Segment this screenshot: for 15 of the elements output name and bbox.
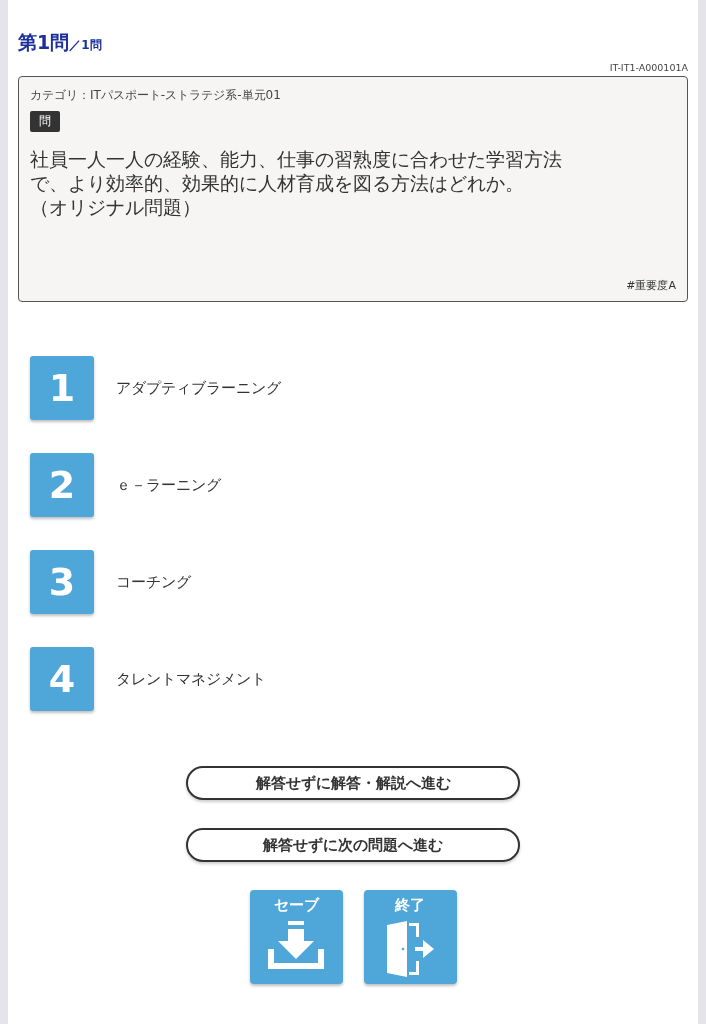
- category-text: カテゴリ：ITパスポート-ストラテジ系-単元01: [30, 87, 282, 104]
- choice-label[interactable]: タレントマネジメント: [116, 669, 266, 689]
- question-number: 第1問: [18, 30, 70, 55]
- question-id: IT-IT1-A000101A: [609, 62, 688, 73]
- choice-label[interactable]: アダプティブラーニング: [116, 378, 281, 398]
- skip-button[interactable]: 解答せずに次の問題へ進む: [186, 828, 520, 862]
- question-text: 社員一人一人の経験、能力、仕事の習熟度に合わせた学習方法 で、より効率的、効果的に人材育成を図る方法はどれか。 （オリジナル問題）: [30, 148, 563, 220]
- choice-label[interactable]: ｅ－ラーニング: [116, 475, 221, 495]
- question-badge: 問: [30, 111, 60, 132]
- choice-label[interactable]: コーチング: [116, 572, 191, 592]
- question-total: ／1問: [69, 38, 102, 54]
- download-icon: [268, 921, 324, 969]
- importance-tag: #重要度A: [626, 278, 676, 293]
- skip-button[interactable]: 解答せずに解答・解説へ進む: [186, 766, 520, 800]
- exit-door-icon: [385, 921, 435, 977]
